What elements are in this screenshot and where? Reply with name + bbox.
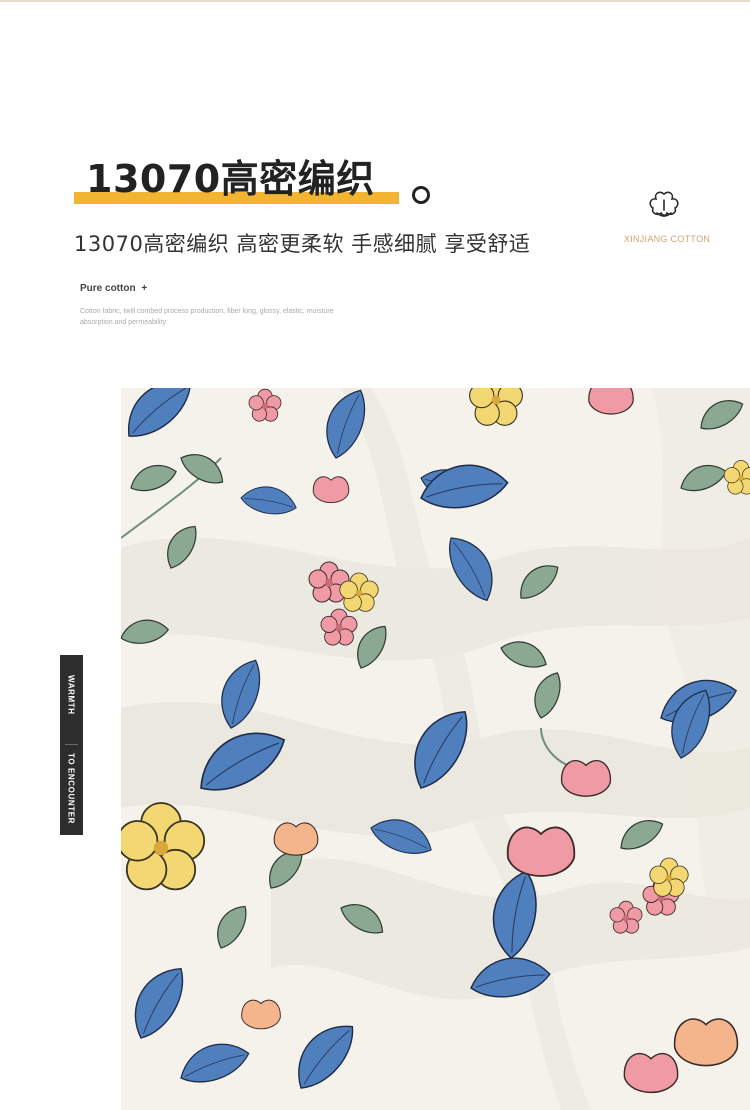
headline-circle-mark xyxy=(412,186,430,204)
plus-icon: + xyxy=(141,283,148,294)
top-divider xyxy=(0,0,750,2)
side-tag-line2: TO ENCOUNTER xyxy=(66,753,76,825)
floral-fabric-illustration xyxy=(121,388,750,1110)
headline: 13070高密编织 xyxy=(86,157,375,201)
side-tag-divider xyxy=(65,744,78,745)
pure-cotton-heading: Pure cotton + xyxy=(80,283,147,294)
cotton-flower-icon xyxy=(649,191,679,217)
pure-cotton-label: Pure cotton xyxy=(80,283,136,294)
fabric-photo xyxy=(121,388,750,1110)
side-tag: WARMTH TO ENCOUNTER xyxy=(60,655,83,835)
headline-block: 13070高密编织 xyxy=(74,154,414,210)
fabric-description: Cotton fabric, twill combed process prod… xyxy=(80,308,334,326)
subtitle: 13070高密编织 高密更柔软 手感细腻 享受舒适 xyxy=(74,232,531,256)
side-tag-line1: WARMTH xyxy=(66,675,76,715)
brand-label: XINJIANG COTTON xyxy=(623,234,711,244)
